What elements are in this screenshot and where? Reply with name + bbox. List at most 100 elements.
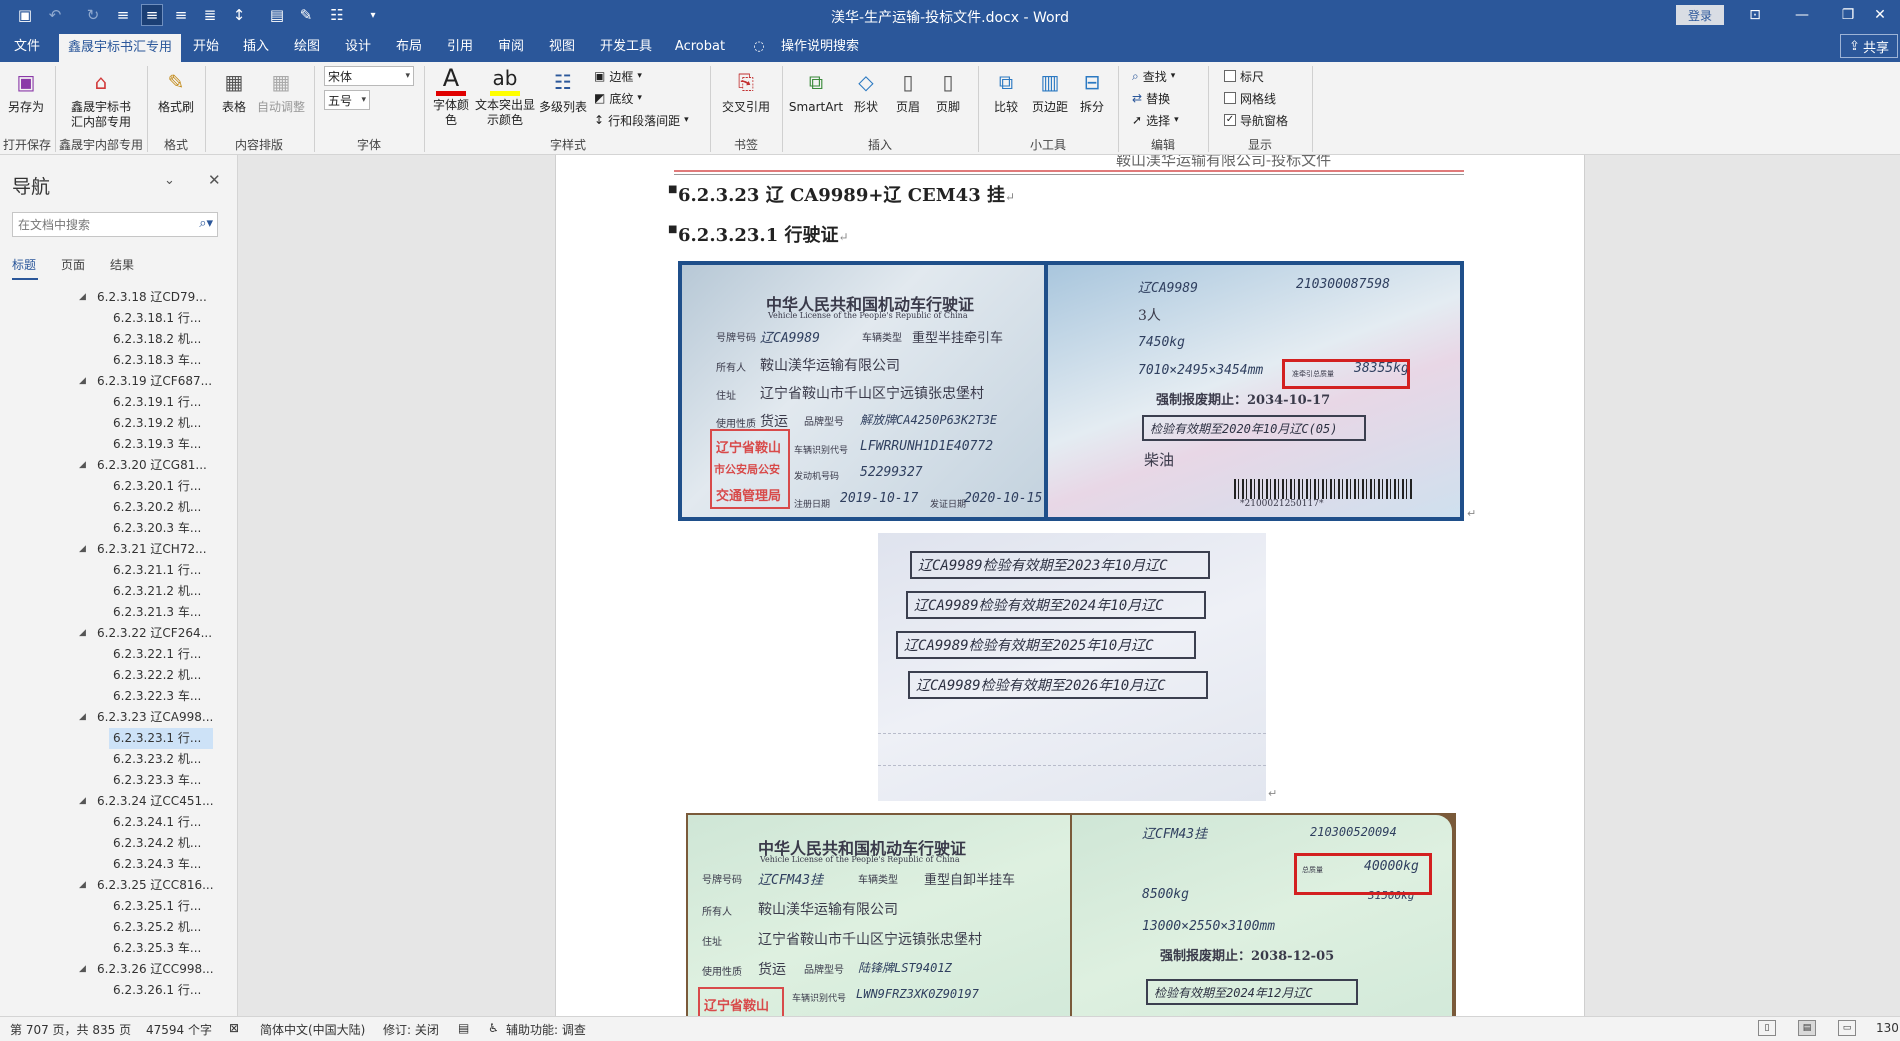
collapse-triangle-icon[interactable]: ◢ bbox=[79, 371, 86, 392]
shading-button[interactable]: ◩ 底纹 ▾ bbox=[594, 88, 642, 108]
tab-view[interactable]: 视图 bbox=[544, 31, 580, 62]
close-icon[interactable]: ✕ bbox=[1860, 2, 1900, 28]
split-button[interactable]: ⊟ 拆分 bbox=[1076, 66, 1108, 115]
nav-heading-item[interactable]: ◢ 6.2.3.19 辽CF687... bbox=[79, 371, 224, 392]
footer-button[interactable]: ▯ 页脚 bbox=[930, 66, 966, 115]
nav-heading-item[interactable]: ◢ 6.2.3.21 辽CH72... bbox=[79, 539, 219, 560]
line-spacing-button[interactable]: ↕ 行和段落间距 ▾ bbox=[594, 110, 689, 130]
font-color-button[interactable]: A 字体颜 色 bbox=[430, 66, 472, 128]
nav-subheading-item[interactable]: 6.2.3.25.3 车... bbox=[109, 938, 213, 959]
border-button[interactable]: ▣ 边框 ▾ bbox=[594, 66, 642, 86]
tab-review[interactable]: 审阅 bbox=[493, 31, 529, 62]
web-layout-icon[interactable]: ▭ bbox=[1838, 1020, 1856, 1036]
zoom-level[interactable]: 130 bbox=[1876, 1021, 1899, 1035]
nav-subheading-item[interactable]: 6.2.3.20.2 机... bbox=[109, 497, 213, 518]
nav-heading-item[interactable]: ◢ 6.2.3.23 辽CA998... bbox=[79, 707, 225, 728]
nav-subheading-item[interactable]: 6.2.3.22.2 机... bbox=[109, 665, 213, 686]
tab-home[interactable]: 开始 bbox=[188, 31, 224, 62]
print-layout-icon[interactable]: ▤ bbox=[1798, 1020, 1816, 1036]
nav-tab-results[interactable]: 结果 bbox=[110, 256, 134, 273]
nav-subheading-item[interactable]: 6.2.3.21.2 机... bbox=[109, 581, 213, 602]
nav-subheading-item[interactable]: 6.2.3.21.3 车... bbox=[109, 602, 213, 623]
smartart-button[interactable]: ⧉ SmartArt bbox=[788, 66, 844, 115]
save-as-button[interactable]: ▣ 另存为 bbox=[4, 66, 48, 115]
accessibility-status[interactable]: 辅助功能: 调查 bbox=[506, 1021, 586, 1038]
license-photo-1[interactable]: 中华人民共和国机动车行驶证 Vehicle License of the Peo… bbox=[678, 261, 1464, 521]
collapse-triangle-icon[interactable]: ◢ bbox=[79, 707, 86, 728]
nav-subheading-item[interactable]: 6.2.3.23.1 行... bbox=[109, 728, 214, 749]
nav-subheading-item[interactable]: 6.2.3.19.2 机... bbox=[109, 413, 213, 434]
nav-tab-headings[interactable]: 标题 bbox=[12, 256, 36, 273]
nav-subheading-item[interactable]: 6.2.3.21.1 行... bbox=[109, 560, 213, 581]
macro-icon[interactable]: ▤ bbox=[458, 1021, 469, 1035]
tab-draw[interactable]: 绘图 bbox=[289, 31, 325, 62]
nav-subheading-item[interactable]: 6.2.3.18.1 行... bbox=[109, 308, 213, 329]
accessibility-icon[interactable]: ♿ bbox=[488, 1021, 499, 1035]
license-photo-2[interactable]: 中华人民共和国机动车行驶证 Vehicle License of the Peo… bbox=[686, 813, 1456, 1016]
nav-tab-pages[interactable]: 页面 bbox=[61, 256, 85, 273]
inspection-photo[interactable]: 辽CA9989检验有效期至2023年10月辽C 辽CA9989检验有效期至2024… bbox=[878, 533, 1266, 801]
tab-xsy[interactable]: 鑫晟宇标书汇专用 bbox=[59, 34, 181, 62]
language[interactable]: 简体中文(中国大陆) bbox=[260, 1021, 365, 1038]
tab-developer[interactable]: 开发工具 bbox=[596, 31, 656, 62]
select-button[interactable]: ➚ 选择 ▾ bbox=[1132, 110, 1179, 130]
heading-level4[interactable]: ■ 6.2.3.23 辽 CA9989+辽 CEM43 挂↵ bbox=[668, 181, 1015, 207]
ribbon-display-icon[interactable]: ⊡ bbox=[1732, 2, 1778, 28]
cross-ref-button[interactable]: ⎘ 交叉引用 bbox=[718, 66, 774, 115]
page-count[interactable]: 第 707 页，共 835 页 bbox=[10, 1021, 131, 1038]
margins-button[interactable]: ▥ 页边距 bbox=[1030, 66, 1070, 115]
chevron-down-icon[interactable]: ⌄ bbox=[164, 173, 175, 188]
table-button[interactable]: ▦ 表格 bbox=[212, 66, 256, 115]
font-name-select[interactable]: 宋体 ▾ bbox=[324, 66, 414, 86]
find-button[interactable]: ⌕ 查找 ▾ bbox=[1132, 66, 1175, 86]
collapse-triangle-icon[interactable]: ◢ bbox=[79, 959, 86, 980]
highlight-button[interactable]: ab 文本突出显 示颜色 bbox=[474, 66, 536, 128]
nav-subheading-item[interactable]: 6.2.3.22.3 车... bbox=[109, 686, 213, 707]
nav-subheading-item[interactable]: 6.2.3.19.3 车... bbox=[109, 434, 213, 455]
format-painter-button[interactable]: ✎ 格式刷 bbox=[154, 66, 198, 115]
nav-heading-item[interactable]: ◢ 6.2.3.26 辽CC998... bbox=[79, 959, 226, 980]
nav-heading-item[interactable]: ◢ 6.2.3.22 辽CF264... bbox=[79, 623, 224, 644]
tab-insert[interactable]: 插入 bbox=[238, 31, 274, 62]
nav-subheading-item[interactable]: 6.2.3.23.2 机... bbox=[109, 749, 213, 770]
nav-heading-item[interactable]: ◢ 6.2.3.24 辽CC451... bbox=[79, 791, 226, 812]
close-icon[interactable]: ✕ bbox=[208, 171, 221, 189]
share-button[interactable]: ⇪ 共享 bbox=[1840, 34, 1898, 58]
nav-search-input[interactable]: 在文档中搜索 ⌕▾ bbox=[12, 212, 218, 237]
nav-heading-item[interactable]: ◢ 6.2.3.18 辽CD79... bbox=[79, 287, 219, 308]
nav-subheading-item[interactable]: 6.2.3.22.1 行... bbox=[109, 644, 213, 665]
nav-subheading-item[interactable]: 6.2.3.24.2 机... bbox=[109, 833, 213, 854]
nav-heading-item[interactable]: ◢ 6.2.3.20 辽CG81... bbox=[79, 455, 219, 476]
header-button[interactable]: ▯ 页眉 bbox=[890, 66, 926, 115]
collapse-triangle-icon[interactable]: ◢ bbox=[79, 455, 86, 476]
collapse-triangle-icon[interactable]: ◢ bbox=[79, 287, 86, 308]
replace-button[interactable]: ⇄ 替换 bbox=[1132, 88, 1170, 108]
collapse-triangle-icon[interactable]: ◢ bbox=[79, 875, 86, 896]
nav-subheading-item[interactable]: 6.2.3.20.1 行... bbox=[109, 476, 213, 497]
tab-references[interactable]: 引用 bbox=[442, 31, 478, 62]
login-button[interactable]: 登录 bbox=[1676, 5, 1724, 25]
nav-subheading-item[interactable]: 6.2.3.24.1 行... bbox=[109, 812, 213, 833]
shape-button[interactable]: ◇ 形状 bbox=[848, 66, 884, 115]
search-icon[interactable]: ⌕▾ bbox=[199, 216, 213, 231]
tab-design[interactable]: 设计 bbox=[340, 31, 376, 62]
tab-layout[interactable]: 布局 bbox=[391, 31, 427, 62]
tab-acrobat[interactable]: Acrobat bbox=[672, 31, 728, 62]
nav-subheading-item[interactable]: 6.2.3.19.1 行... bbox=[109, 392, 213, 413]
tab-file[interactable]: 文件 bbox=[8, 31, 46, 62]
collapse-triangle-icon[interactable]: ◢ bbox=[79, 791, 86, 812]
word-count[interactable]: 47594 个字 bbox=[146, 1021, 212, 1038]
multilevel-list-button[interactable]: ☷ 多级列表 bbox=[538, 66, 588, 115]
nav-pane-checkbox[interactable]: ✓ 导航窗格 bbox=[1224, 110, 1288, 130]
gridlines-checkbox[interactable]: 网格线 bbox=[1224, 88, 1276, 108]
heading-level5[interactable]: ■ 6.2.3.23.1 行驶证↵ bbox=[668, 221, 849, 247]
nav-subheading-item[interactable]: 6.2.3.18.2 机... bbox=[109, 329, 213, 350]
nav-subheading-item[interactable]: 6.2.3.23.3 车... bbox=[109, 770, 213, 791]
nav-subheading-item[interactable]: 6.2.3.24.3 车... bbox=[109, 854, 213, 875]
minimize-icon[interactable]: — bbox=[1779, 2, 1825, 28]
compare-button[interactable]: ⧉ 比较 bbox=[988, 66, 1024, 115]
nav-subheading-item[interactable]: 6.2.3.25.2 机... bbox=[109, 917, 213, 938]
track-changes[interactable]: 修订: 关闭 bbox=[383, 1021, 439, 1038]
collapse-triangle-icon[interactable]: ◢ bbox=[79, 623, 86, 644]
nav-subheading-item[interactable]: 6.2.3.18.3 车... bbox=[109, 350, 213, 371]
